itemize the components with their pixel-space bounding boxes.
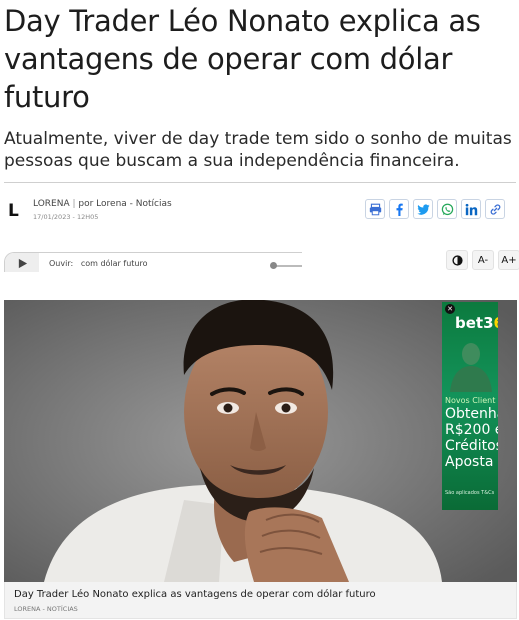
audio-title: com dólar futuro (80, 259, 148, 268)
listen-label: Ouvir: (49, 259, 74, 268)
twitter-share-button[interactable] (413, 199, 433, 219)
photo-caption-box: Day Trader Léo Nonato explica as vantage… (4, 582, 517, 619)
photo-caption: Day Trader Léo Nonato explica as vantage… (14, 589, 376, 600)
print-button[interactable] (365, 199, 385, 219)
play-icon (18, 258, 27, 268)
source-logo[interactable]: L (8, 201, 24, 221)
ad-offer: Obtenha R$200 e Créditos Aposta (445, 406, 498, 470)
font-decrease-button[interactable]: A- (472, 250, 494, 270)
ad-offer-line: Aposta (445, 454, 494, 470)
ad-offer-line: R$200 e (445, 422, 498, 438)
ad-tag: Novos Client (445, 396, 496, 405)
copy-link-button[interactable] (485, 199, 505, 219)
ad-player-figure (450, 343, 492, 392)
byline-source[interactable]: LORENA (33, 199, 70, 209)
publish-date: 17/01/2023 - 12H05 (33, 213, 99, 221)
byline: LORENA | por Lorena - Notícias (33, 199, 172, 209)
byline-author: por Lorena - Notícias (78, 199, 172, 209)
reader-tools: A- A+ (446, 250, 519, 270)
facebook-share-button[interactable] (389, 199, 409, 219)
ad-offer-line: Créditos (445, 438, 498, 454)
contrast-button[interactable] (446, 250, 468, 270)
divider (4, 182, 516, 183)
ad-brand: bet36 (455, 314, 498, 332)
facebook-icon (395, 203, 403, 216)
whatsapp-share-button[interactable] (437, 199, 457, 219)
whatsapp-icon (441, 203, 453, 215)
ad-brand-accent: 6 (494, 314, 498, 332)
article-subheadline: Atualmente, viver de day trade tem sido … (4, 129, 512, 171)
linkedin-icon (465, 203, 477, 215)
photo-credit: LORENA - NOTÍCIAS (14, 605, 78, 613)
linkedin-share-button[interactable] (461, 199, 481, 219)
ad-fine-print: São aplicados T&Cs (445, 490, 495, 496)
audio-player: Ouvir: com dólar futuro (4, 252, 302, 272)
twitter-icon (416, 203, 430, 215)
audio-label: Ouvir: com dólar futuro (49, 259, 147, 268)
article-photo (4, 300, 517, 582)
ad-close-button[interactable]: ✕ (445, 304, 455, 314)
ad-brand-main: bet3 (455, 314, 494, 332)
portrait-illustration (4, 300, 517, 582)
font-increase-button[interactable]: A+ (498, 250, 519, 270)
share-bar (365, 199, 505, 219)
article-headline: Day Trader Léo Nonato explica as vantage… (4, 4, 481, 114)
play-button[interactable] (5, 253, 39, 272)
advertisement-banner[interactable]: ✕ bet36 Novos Client Obtenha R$200 e Cré… (442, 302, 498, 510)
print-icon (369, 203, 381, 215)
ad-offer-line: Obtenha (445, 406, 498, 422)
contrast-icon (451, 254, 463, 266)
audio-progress-handle[interactable] (270, 262, 277, 269)
byline-separator: | (72, 199, 76, 209)
link-icon (490, 203, 500, 215)
